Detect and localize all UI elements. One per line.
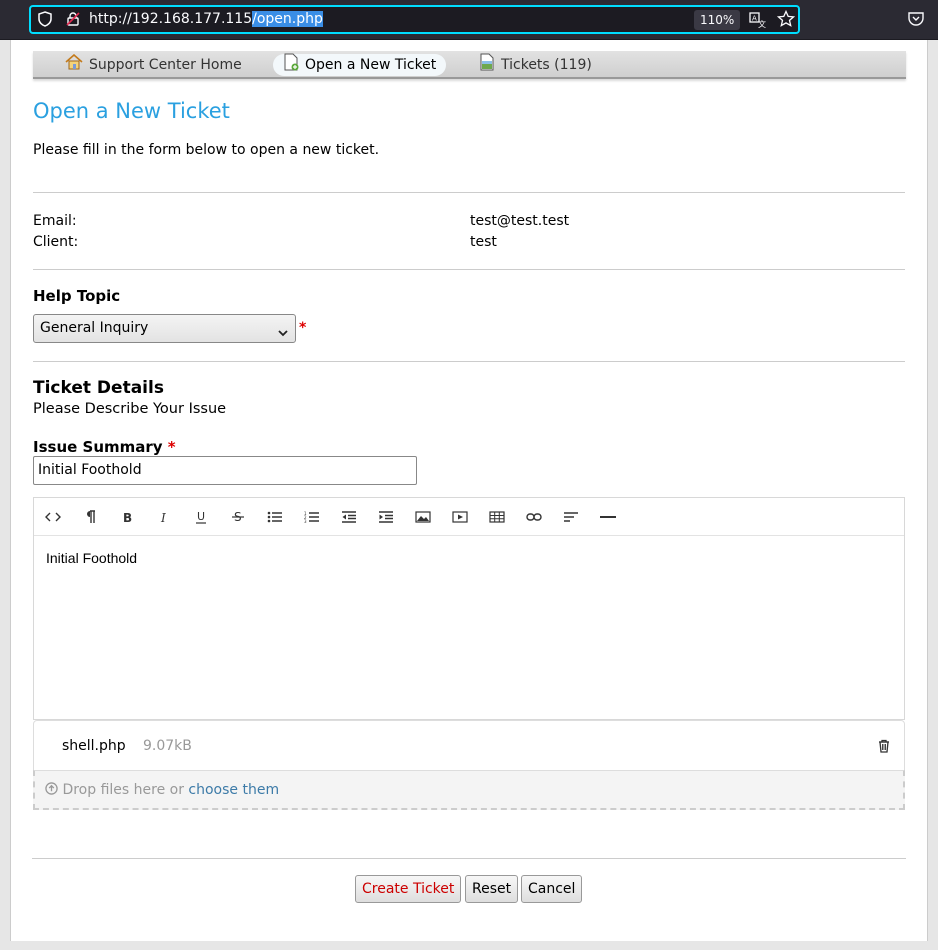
numbered-list-icon[interactable]: 123 [302,507,322,527]
intro-text: Please fill in the form below to open a … [33,142,380,158]
svg-text:3: 3 [304,519,307,523]
nav-label: Tickets (119) [501,57,592,73]
insert-link-icon[interactable] [524,507,544,527]
url-text[interactable]: http://192.168.177.115/open.php [89,11,323,27]
trash-icon[interactable] [878,738,890,757]
choose-files-link[interactable]: choose them [188,782,279,798]
issue-summary-label-text: Issue Summary [33,438,163,456]
create-ticket-button[interactable]: Create Ticket [355,875,462,903]
attachments-area: shell.php 9.07kB Drop files here or choo… [33,720,905,810]
address-bar[interactable]: http://192.168.177.115/open.php 110% A文 [29,5,800,34]
issue-summary-label: Issue Summary * [33,438,176,456]
client-label: Client: [33,234,79,250]
help-topic-heading: Help Topic [33,287,121,305]
zoom-level-button[interactable]: 110% [694,10,741,30]
nav-tickets[interactable]: Tickets (119) [469,53,602,78]
email-label: Email: [33,213,77,229]
insert-image-icon[interactable] [413,507,433,527]
url-path-selected: /open.php [252,11,323,27]
bookmark-star-icon[interactable] [776,9,796,32]
issue-summary-input[interactable]: Initial Foothold [33,456,417,485]
translate-icon[interactable]: A文 [749,11,767,33]
divider [33,192,905,193]
ticket-details-subheading: Please Describe Your Issue [33,401,227,417]
svg-text:A: A [752,15,757,23]
email-value: test@test.test [470,213,570,229]
insert-video-icon[interactable] [450,507,470,527]
drop-zone-text: Drop files here or [62,782,184,798]
divider [32,858,906,859]
bullet-list-icon[interactable] [265,507,285,527]
shield-icon[interactable] [37,11,53,31]
strikethrough-icon[interactable]: S [228,507,248,527]
chevron-down-icon [277,322,289,349]
tickets-icon [479,53,495,78]
home-icon [65,53,83,77]
insecure-lock-icon[interactable] [65,11,81,31]
svg-text:B: B [123,511,132,523]
divider [33,361,905,362]
svg-text:I: I [160,511,166,523]
divider [33,269,905,270]
page-title: Open a New Ticket [33,99,230,123]
url-host: http://192.168.177.115 [89,11,253,27]
italic-icon[interactable]: I [154,507,174,527]
top-navigation: Support Center Home Open a New Ticket Ti… [33,51,906,79]
attached-file-name: shell.php [62,738,126,754]
cancel-button[interactable]: Cancel [521,875,583,903]
nav-label: Support Center Home [89,57,242,73]
attached-file-size: 9.07kB [143,738,192,754]
bold-icon[interactable]: B [117,507,137,527]
editor-body-text[interactable]: Initial Foothold [46,550,137,566]
new-ticket-icon [283,53,299,78]
horizontal-rule-icon[interactable] [598,507,618,527]
align-left-icon[interactable] [561,507,581,527]
nav-open-new-ticket[interactable]: Open a New Ticket [273,53,447,78]
file-drop-zone[interactable]: Drop files here or choose them [33,770,905,810]
required-asterisk: * [167,438,176,456]
rich-text-editor[interactable]: B I U S 123 Initial Foothold [33,497,905,720]
browser-toolbar: http://192.168.177.115/open.php 110% A文 [0,0,938,40]
reset-button[interactable]: Reset [465,875,519,903]
svg-text:U: U [197,510,205,523]
svg-text:文: 文 [758,19,766,29]
editor-toolbar: B I U S 123 [34,498,904,536]
upload-icon [45,782,62,798]
paragraph-icon[interactable] [80,507,100,527]
required-asterisk: * [299,320,307,336]
underline-icon[interactable]: U [191,507,211,527]
nav-support-center-home[interactable]: Support Center Home [55,53,252,77]
attached-file-row: shell.php 9.07kB [33,720,905,771]
help-topic-selected-value: General Inquiry [40,320,149,336]
ticket-details-heading: Ticket Details [33,378,164,398]
outdent-icon[interactable] [339,507,359,527]
pocket-icon[interactable] [907,10,925,32]
insert-table-icon[interactable] [487,507,507,527]
code-view-icon[interactable] [43,507,63,527]
nav-label: Open a New Ticket [305,57,437,73]
client-value: test [470,234,497,250]
indent-icon[interactable] [376,507,396,527]
help-topic-select[interactable]: General Inquiry [33,314,296,343]
page-content: Support Center Home Open a New Ticket Ti… [10,40,928,941]
